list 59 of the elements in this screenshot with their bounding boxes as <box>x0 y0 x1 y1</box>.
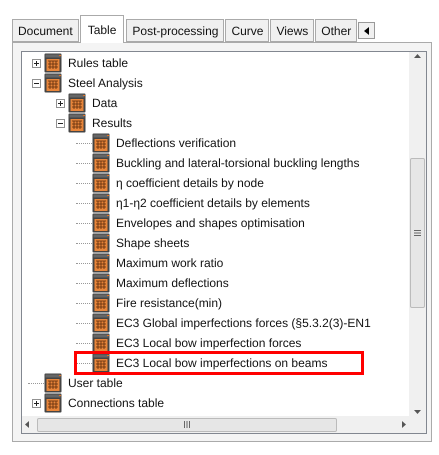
tree-item[interactable]: Rules table <box>66 56 130 70</box>
tab[interactable]: Views <box>270 19 314 42</box>
tree-item[interactable]: Maximum deflections <box>114 276 231 290</box>
right-arrow-icon <box>402 421 406 428</box>
table-icon <box>92 193 110 213</box>
tree-item[interactable]: EC3 Local bow imperfection forces <box>114 336 304 350</box>
table-icon <box>92 353 110 373</box>
table-icon <box>92 173 110 193</box>
table-icon <box>92 253 110 273</box>
collapse-icon[interactable] <box>32 78 40 88</box>
table-icon <box>44 73 62 93</box>
scrollbar-thumb[interactable] <box>37 418 337 432</box>
table-icon <box>92 333 110 353</box>
tree-item[interactable]: EC3 Global imperfections forces (§5.3.2(3)-EN1 <box>114 316 373 330</box>
table-icon <box>92 313 110 333</box>
tree-item[interactable]: η coefficient details by node <box>114 176 266 190</box>
tree-item[interactable]: Buckling and lateral-torsional buckling lengths <box>114 156 362 170</box>
table-icon <box>68 93 86 113</box>
table-icon <box>92 153 110 173</box>
table-icon <box>92 213 110 233</box>
tree-item[interactable]: Steel Analysis <box>66 76 145 90</box>
left-arrow-icon <box>25 421 29 428</box>
collapse-icon[interactable] <box>56 118 64 128</box>
table-icon <box>92 133 110 153</box>
grip-icon <box>184 421 190 428</box>
tree-item[interactable]: Deflections verification <box>114 136 238 150</box>
table-icon <box>44 373 62 393</box>
vertical-scrollbar[interactable] <box>409 52 426 416</box>
tab[interactable]: Document <box>12 19 79 42</box>
tree-item[interactable]: Connections table <box>66 396 166 410</box>
expand-icon[interactable] <box>32 398 40 408</box>
left-arrow-icon <box>364 26 370 34</box>
table-icon <box>92 273 110 293</box>
tree-item[interactable]: η1-η2 coefficient details by elements <box>114 196 312 210</box>
scrollbar-thumb[interactable] <box>410 158 425 308</box>
tree-item[interactable]: Shape sheets <box>114 236 192 250</box>
tree-item[interactable]: Results <box>90 116 134 130</box>
tree-item[interactable]: User table <box>66 376 125 390</box>
table-icon <box>44 53 62 73</box>
expand-icon[interactable] <box>56 98 64 108</box>
horizontal-scrollbar[interactable] <box>22 416 409 433</box>
tab[interactable]: Curve <box>225 19 270 42</box>
table-icon <box>44 393 62 413</box>
scroll-left-button[interactable] <box>358 22 376 39</box>
tree-item[interactable]: Maximum work ratio <box>114 256 226 270</box>
table-icon <box>92 233 110 253</box>
table-icon <box>68 113 86 133</box>
tab[interactable]: Other <box>315 19 358 42</box>
tab[interactable]: Post-processing <box>126 19 224 42</box>
tree-item[interactable]: Fire resistance(min) <box>114 296 224 310</box>
up-arrow-icon <box>414 54 421 58</box>
table-icon <box>92 293 110 313</box>
tree-item[interactable]: EC3 Local bow imperfections on beams <box>114 356 330 370</box>
grip-icon <box>414 230 421 236</box>
tree-item[interactable]: Envelopes and shapes optimisation <box>114 216 307 230</box>
tab[interactable]: Table <box>80 15 124 43</box>
expand-icon[interactable] <box>32 58 40 68</box>
down-arrow-icon <box>414 410 421 414</box>
tree-item[interactable]: Data <box>90 96 120 110</box>
